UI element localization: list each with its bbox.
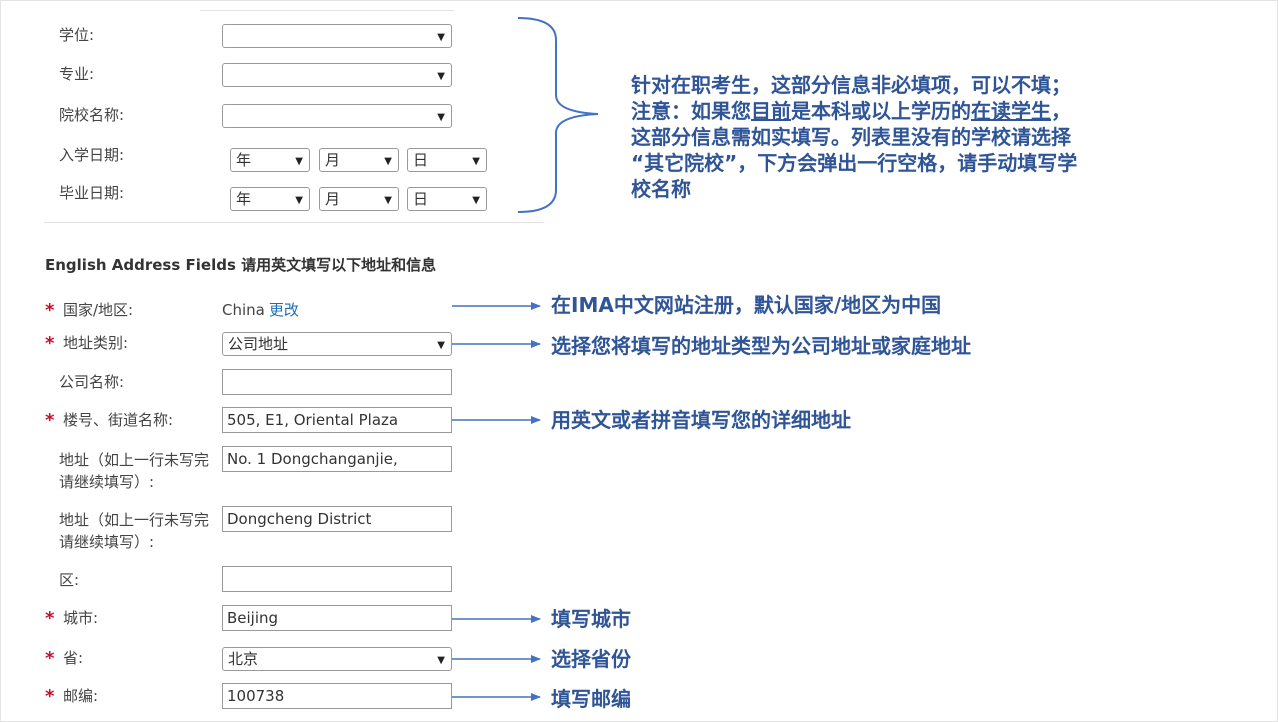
annotation-zip: 填写邮编 (551, 687, 631, 711)
curly-brace (517, 17, 599, 213)
annotation-street: 用英文或者拼音填写您的详细地址 (551, 408, 851, 432)
annotation-country: 在IMA中文网站注册，默认国家/地区为中国 (551, 293, 942, 317)
annotation-overlay (452, 17, 599, 701)
annotation-province: 选择省份 (551, 647, 631, 671)
annotation-address-type: 选择您将填写的地址类型为公司地址或家庭地址 (551, 334, 971, 358)
annotation-city: 填写城市 (551, 607, 631, 631)
